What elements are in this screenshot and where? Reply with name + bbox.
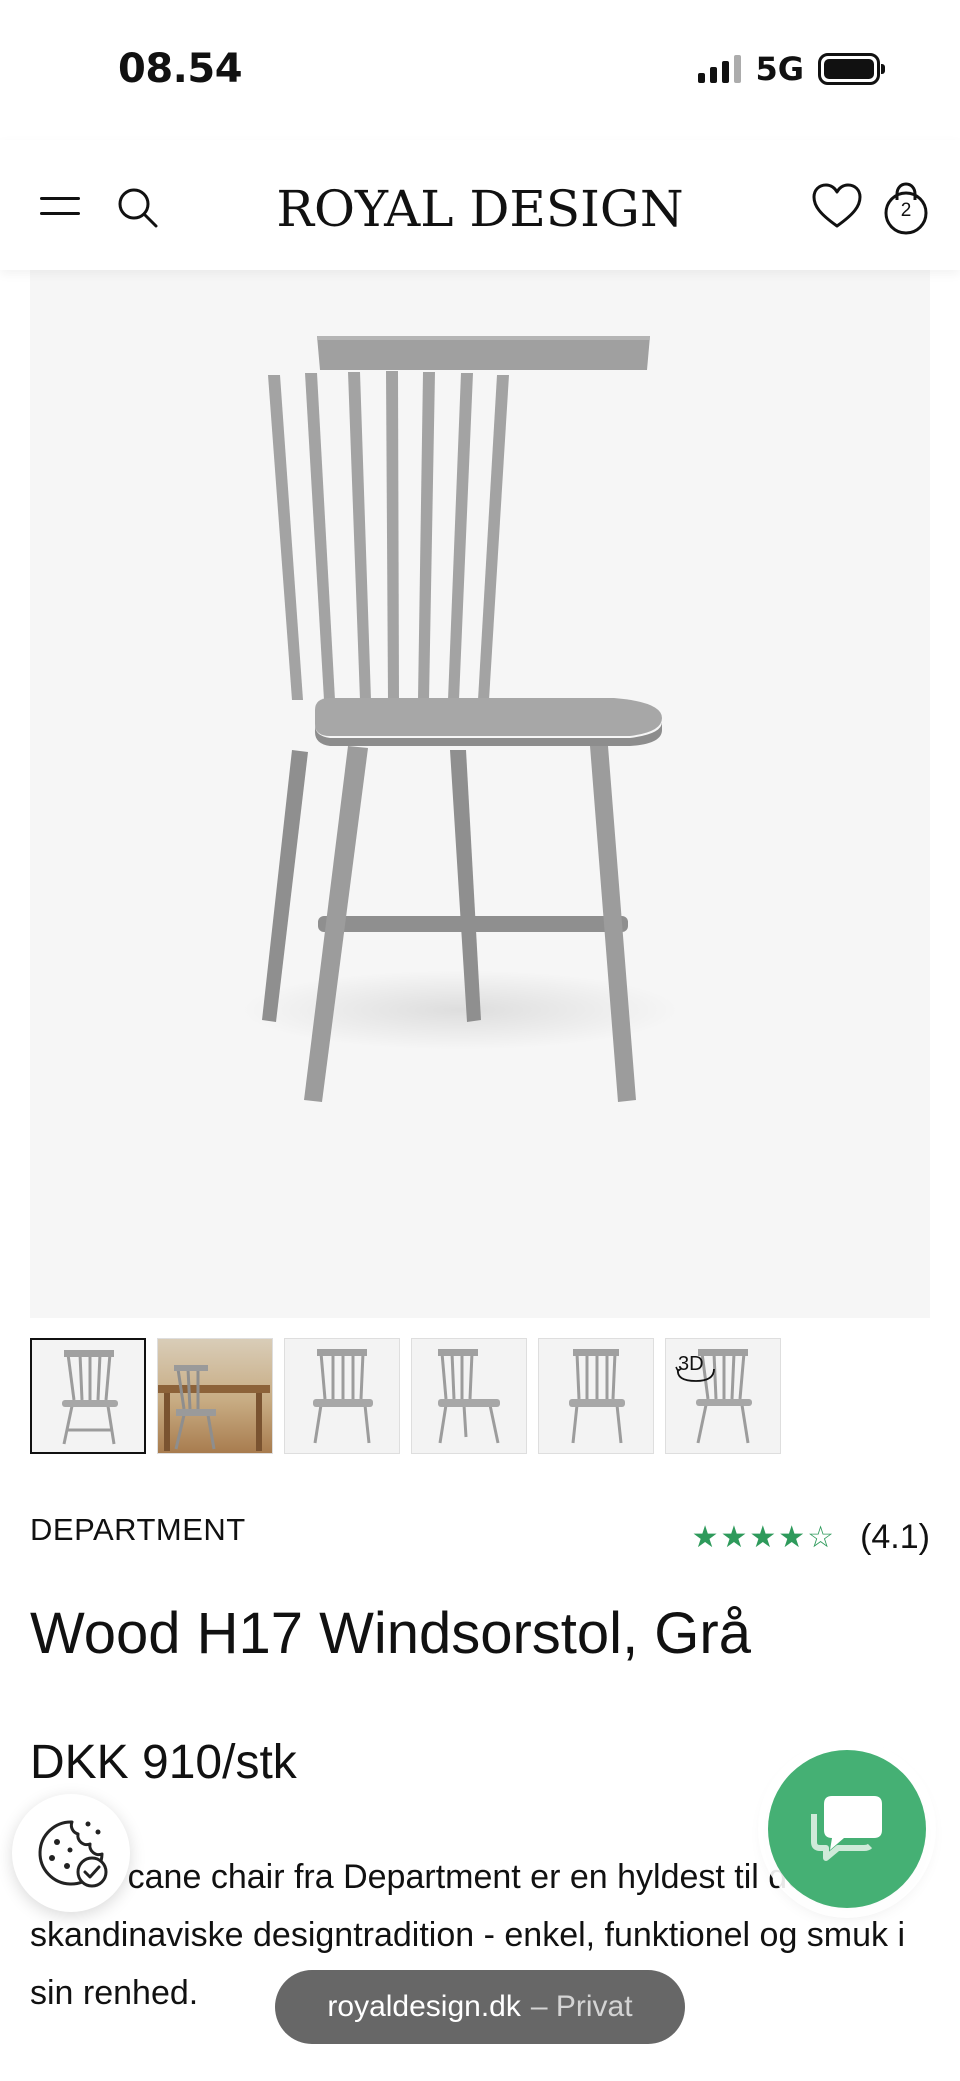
status-time: 08.54 [118, 46, 243, 92]
product-price: DKK 910/stk [30, 1736, 297, 1789]
product-rating[interactable]: ★★★★☆ (4.1) [692, 1518, 930, 1557]
thumbnail-1[interactable] [30, 1338, 146, 1454]
cart-count: 2 [900, 200, 912, 221]
battery-icon [818, 53, 885, 85]
product-title: Wood H17 Windsorstol, Grå [30, 1601, 751, 1666]
thumbnail-5[interactable] [538, 1338, 654, 1454]
thumbnail-3[interactable] [284, 1338, 400, 1454]
heart-icon[interactable] [810, 180, 864, 234]
product-brand[interactable]: DEPARTMENT [30, 1512, 246, 1548]
product-image[interactable] [30, 270, 930, 1318]
private-mode-label: – Privat [530, 1990, 633, 2023]
cookie-settings-button[interactable] [12, 1794, 130, 1912]
status-bar: 08.54 5G [0, 0, 960, 140]
browser-url-bar[interactable]: royaldesign.dk – Privat [275, 1970, 685, 2044]
chat-button[interactable] [768, 1750, 926, 1908]
cookie-icon [38, 1820, 108, 1888]
url-text: royaldesign.dk [327, 1990, 521, 2023]
3d-label: 3D [678, 1353, 704, 1375]
chat-icon [811, 1796, 882, 1861]
thumbnail-2[interactable] [157, 1338, 273, 1454]
thumbnail-strip: 3D [30, 1338, 781, 1454]
network-label: 5G [755, 50, 804, 88]
thumbnail-3d[interactable]: 3D [665, 1338, 781, 1454]
rating-stars: ★★★★☆ [691, 1520, 837, 1555]
status-indicators: 5G [698, 50, 885, 88]
thumbnail-4[interactable] [411, 1338, 527, 1454]
rating-value: (4.1) [860, 1518, 930, 1556]
shopping-bag-icon[interactable]: 2 [880, 180, 932, 236]
signal-icon [698, 55, 742, 83]
site-header: ROYAL DESIGN 2 [0, 140, 960, 270]
